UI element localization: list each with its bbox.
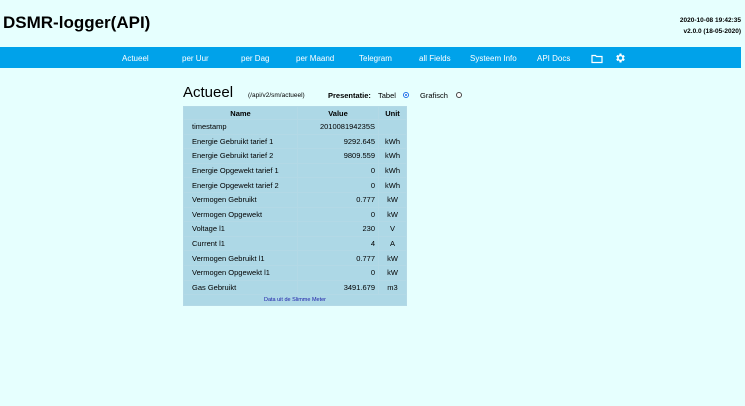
cell-name: Vermogen Opgewekt l1 xyxy=(184,265,297,280)
cell-unit: A xyxy=(379,236,406,251)
cell-value: 9809.559 xyxy=(298,149,378,163)
table-row: Energie Gebruikt tarief 1 9292.645 kWh xyxy=(184,134,406,149)
version-label: v2.0.0 (18-05-2020) xyxy=(683,28,741,35)
table-row: Energie Opgewekt tarief 1 0 kWh xyxy=(184,163,406,178)
column-header-unit: Unit xyxy=(379,107,406,119)
nav-actueel[interactable]: Actueel xyxy=(122,47,149,68)
table-row: Energie Gebruikt tarief 2 9809.559 kWh xyxy=(184,149,406,163)
folder-icon[interactable] xyxy=(591,51,603,69)
cell-name: Voltage l1 xyxy=(184,222,297,236)
cell-name: Energie Gebruikt tarief 2 xyxy=(184,149,297,163)
page-title: Actueel xyxy=(183,84,234,101)
cell-name: Vermogen Gebruikt xyxy=(184,192,297,207)
radio-tabel[interactable] xyxy=(403,92,409,98)
nav-api-docs[interactable]: API Docs xyxy=(537,47,570,68)
cell-name: Energie Opgewekt tarief 2 xyxy=(184,178,297,192)
cell-unit: V xyxy=(379,222,406,236)
table-footer: Data uit de Slimme Meter xyxy=(184,295,406,306)
table-row: Vermogen Opgewekt l1 0 kW xyxy=(184,265,406,280)
table-row: Vermogen Gebruikt l1 0.777 kW xyxy=(184,251,406,265)
cell-unit: m3 xyxy=(379,280,406,295)
cell-unit xyxy=(379,120,406,134)
cell-value: 0 xyxy=(298,178,378,192)
table-footer-row: Data uit de Slimme Meter xyxy=(184,295,406,306)
table-row: Vermogen Opgewekt 0 kW xyxy=(184,207,406,222)
cell-name: Energie Gebruikt tarief 1 xyxy=(184,134,297,149)
app-title: DSMR-logger(API) xyxy=(3,13,151,32)
cell-name: timestamp xyxy=(184,120,297,134)
cell-value: 230 xyxy=(298,222,378,236)
cell-value: 0 xyxy=(298,207,378,222)
nav-per-dag[interactable]: per Dag xyxy=(241,47,269,68)
option-tabel-label[interactable]: Tabel xyxy=(378,91,396,100)
cell-unit: kW xyxy=(379,251,406,265)
cell-value: 4 xyxy=(298,236,378,251)
cell-unit: kWh xyxy=(379,149,406,163)
cell-value: 0.777 xyxy=(298,251,378,265)
navbar: Actueel per Uur per Dag per Maand Telegr… xyxy=(0,47,741,68)
cell-unit: kWh xyxy=(379,178,406,192)
nav-per-maand[interactable]: per Maand xyxy=(296,47,334,68)
header: DSMR-logger(API) 2020-10-08 19:42:35 v2.… xyxy=(0,0,745,46)
radio-grafisch[interactable] xyxy=(456,92,462,98)
column-header-value: Value xyxy=(298,107,378,119)
cell-value: 201008194235S xyxy=(298,120,378,134)
cell-value: 3491.679 xyxy=(298,280,378,295)
nav-per-uur[interactable]: per Uur xyxy=(182,47,209,68)
api-path: (/api/v2/sm/actueel) xyxy=(248,92,305,99)
nav-all-fields[interactable]: all Fields xyxy=(419,47,451,68)
nav-systeem-info[interactable]: Systeem Info xyxy=(470,47,517,68)
header-info: 2020-10-08 19:42:35 v2.0.0 (18-05-2020) xyxy=(680,15,741,37)
presentation-label: Presentatie: xyxy=(328,91,371,100)
cell-value: 0.777 xyxy=(298,192,378,207)
table-row: Gas Gebruikt 3491.679 m3 xyxy=(184,280,406,295)
cell-value: 9292.645 xyxy=(298,134,378,149)
datetime-label: 2020-10-08 19:42:35 xyxy=(679,17,741,24)
cell-unit: kW xyxy=(379,207,406,222)
cell-unit: kWh xyxy=(379,163,406,178)
cell-name: Vermogen Gebruikt l1 xyxy=(184,251,297,265)
cell-value: 0 xyxy=(298,265,378,280)
table-header-row: Name Value Unit xyxy=(184,107,406,119)
column-header-name: Name xyxy=(184,107,297,119)
cell-name: Vermogen Opgewekt xyxy=(184,207,297,222)
table-row: Vermogen Gebruikt 0.777 kW xyxy=(184,192,406,207)
cell-value: 0 xyxy=(298,163,378,178)
option-grafisch-label[interactable]: Grafisch xyxy=(420,91,448,100)
data-table: Name Value Unit timestamp 201008194235S … xyxy=(183,106,407,307)
cell-unit: kW xyxy=(379,192,406,207)
cell-unit: kWh xyxy=(379,134,406,149)
gear-icon[interactable] xyxy=(614,51,626,69)
table-row: Energie Opgewekt tarief 2 0 kWh xyxy=(184,178,406,192)
table-row: Voltage l1 230 V xyxy=(184,222,406,236)
cell-name: Energie Opgewekt tarief 1 xyxy=(184,163,297,178)
cell-name: Gas Gebruikt xyxy=(184,280,297,295)
cell-unit: kW xyxy=(379,265,406,280)
cell-name: Current l1 xyxy=(184,236,297,251)
table-row: timestamp 201008194235S xyxy=(184,120,406,134)
nav-telegram[interactable]: Telegram xyxy=(359,47,392,68)
table-row: Current l1 4 A xyxy=(184,236,406,251)
